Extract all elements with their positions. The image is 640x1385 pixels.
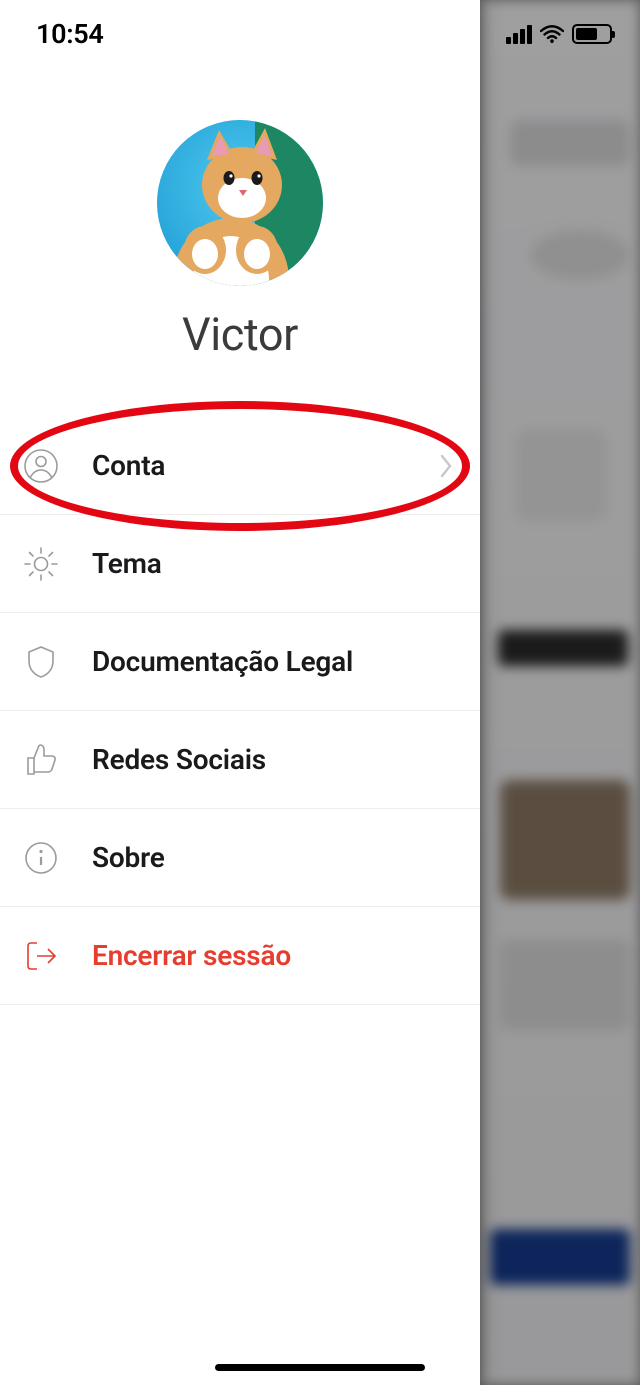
profile-name: Victor: [182, 308, 298, 361]
menu-label-account: Conta: [92, 449, 408, 482]
profile-section: Victor: [0, 120, 480, 361]
menu-item-account[interactable]: Conta: [0, 417, 480, 515]
chevron-right-icon: [438, 453, 454, 479]
backdrop-dim[interactable]: [480, 0, 640, 1385]
menu-label-theme: Tema: [92, 547, 454, 580]
home-indicator[interactable]: [215, 1364, 425, 1371]
menu-item-logout[interactable]: Encerrar sessão: [0, 907, 480, 1005]
shield-icon: [20, 641, 62, 683]
info-icon: [20, 837, 62, 879]
user-circle-icon: [20, 445, 62, 487]
menu-label-logout: Encerrar sessão: [92, 939, 454, 972]
menu-item-theme[interactable]: Tema: [0, 515, 480, 613]
menu-label-about: Sobre: [92, 841, 454, 874]
menu-item-about[interactable]: Sobre: [0, 809, 480, 907]
menu-label-social: Redes Sociais: [92, 743, 454, 776]
avatar[interactable]: [157, 120, 323, 286]
side-drawer: Victor Conta Tema Documentação Legal: [0, 0, 480, 1385]
menu-list: Conta Tema Documentação Legal Redes Soci…: [0, 417, 480, 1005]
thumbs-up-icon: [20, 739, 62, 781]
menu-label-legal: Documentação Legal: [92, 645, 454, 678]
menu-item-social[interactable]: Redes Sociais: [0, 711, 480, 809]
sun-icon: [20, 543, 62, 585]
menu-item-legal[interactable]: Documentação Legal: [0, 613, 480, 711]
logout-icon: [20, 935, 62, 977]
